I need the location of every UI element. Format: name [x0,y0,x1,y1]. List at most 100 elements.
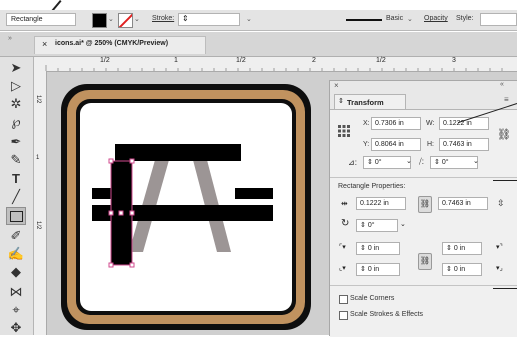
corner-type-br-icon[interactable]: ▾⌟ [496,264,503,272]
rect-angle-field[interactable]: ⇕ 0° [356,219,398,232]
stroke-weight-chevron-down-icon[interactable]: ⌄ [246,15,252,23]
stroke-label: Stroke: [152,15,175,22]
stepper-icon[interactable]: ⇕ [367,159,375,166]
divider [330,177,517,178]
h-field[interactable]: 0.7463 in [439,138,489,151]
rotate-field[interactable]: ⇕ 0° [363,156,411,169]
corner-tr-field[interactable]: ⇕ 0 in [442,242,482,255]
link-corners-button[interactable]: ⛓ [418,253,432,270]
fill-swatch[interactable] [92,13,107,28]
width-icon: ⇹ [341,199,348,208]
stroke-swatch[interactable] [118,13,133,28]
stroke-weight-field[interactable]: ⇕ [178,13,240,26]
scale-strokes-checkbox[interactable] [339,311,348,320]
panel-tab-arrows-icon: ⇕ [338,98,344,105]
scale-corners-checkbox[interactable] [339,295,348,304]
close-tab-icon[interactable]: × [42,39,47,49]
panel-close-icon[interactable]: × [334,81,339,90]
horizontal-ruler: 1/2 1 1/2 2 1/2 3 [34,57,517,72]
corner-br-value: 0 in [453,266,466,273]
width-tool-icon[interactable]: ⌖ [6,301,26,319]
control-bar: Rectangle ⌄ ⌄ Stroke: ⇕ ⌄ Basic ⌄ Opacit… [0,10,517,31]
brush-line-preview[interactable] [346,19,382,21]
rectangle-tool-icon[interactable] [6,207,26,225]
panel-title: Transform [347,98,384,107]
scale-corners-label: Scale Corners [350,295,395,302]
panel-menu-icon[interactable]: ≡ [504,95,509,104]
bench-right[interactable] [235,188,273,199]
magic-wand-tool-icon[interactable]: ✲ [6,95,26,113]
object-type-field: Rectangle [6,13,76,26]
scale-strokes-label: Scale Strokes & Effects [350,311,424,318]
object-type-label: Rectangle [11,16,43,23]
stepper-icon[interactable]: ⇕ [360,245,368,252]
paintbrush-tool-icon[interactable]: ✐ [6,227,26,245]
stroke-chevron-down-icon[interactable]: ⌄ [134,15,140,23]
ruler-label: 2 [312,57,316,64]
stepper-icon[interactable]: ⇕ [434,159,442,166]
selection-tool-icon[interactable]: ➤ [6,59,26,77]
style-field[interactable] [480,13,517,26]
style-label: Style: [456,15,474,22]
callout-line-2 [493,180,517,181]
stepper-icon[interactable]: ⇕ [446,245,454,252]
corner-tl-field[interactable]: ⇕ 0 in [356,242,400,255]
stepper-icon[interactable]: ⇕ [446,266,454,273]
eraser-tool-icon[interactable]: ◆ [6,263,26,281]
corner-bl-field[interactable]: ⇕ 0 in [356,263,400,276]
ruler-label: 1/2 [35,221,41,230]
shaper-tool-icon[interactable]: ✍ [6,245,26,263]
ruler-label: 1/2 [35,95,41,104]
ruler-label: 1/2 [100,57,110,64]
shear-value: 0° [441,159,449,166]
stepper-icon[interactable]: ⇕ [360,222,368,229]
reference-point-grid-icon[interactable] [338,125,350,137]
link-dimensions-button[interactable]: ⛓ [418,196,432,213]
rect-angle-chevron-down-icon[interactable]: ⌄ [400,220,406,228]
line-tool-icon[interactable]: ╱ [6,188,26,206]
rotate-tool-icon[interactable]: ⋈ [6,283,26,301]
table-top[interactable] [115,144,241,161]
x-field[interactable]: 0.7306 in [371,117,421,130]
tools-panel: ➤ ▷ ✲ ℘ ✒ ✎ T ╱ ✐ ✍ ◆ ⋈ ⌖ ✥ [0,57,34,335]
lasso-tool-icon[interactable]: ℘ [6,113,26,131]
rotate-rect-icon: ↻ [341,218,350,229]
ruler-label: 3 [452,57,456,64]
rect-width-field[interactable]: 0.1222 in [356,197,406,210]
corner-type-bl-icon[interactable]: ⌞▾ [339,264,346,272]
document-tab-bar: » × icons.ai* @ 250% (CMYK/Preview) [0,32,517,57]
fill-chevron-down-icon[interactable]: ⌄ [108,15,114,23]
y-label: Y: [363,141,370,148]
stepper-icon[interactable]: ⇕ [182,14,189,23]
w-label: W: [426,120,435,127]
free-transform-tool-icon[interactable]: ✥ [6,319,26,337]
ruler-label: 1/2 [236,57,246,64]
h-label: H: [427,141,434,148]
corner-type-tl-icon[interactable]: ⌜▾ [339,243,346,251]
ruler-label: 1 [36,155,40,161]
panel-tab[interactable]: ⇕ Transform [334,94,406,110]
corner-tl-value: 0 in [367,245,380,252]
shear-chevron-down-icon[interactable]: ⌄ [473,157,479,165]
type-tool-icon[interactable]: T [6,169,26,187]
direct-selection-tool-icon[interactable]: ▷ [6,77,26,95]
brush-label[interactable]: Basic [386,15,403,22]
y-field[interactable]: 0.8064 in [371,138,421,151]
opacity-label[interactable]: Opacity [424,15,448,22]
height-icon: ⇳ [497,198,505,208]
panel-collapse-icon[interactable]: « [500,81,504,88]
stepper-icon[interactable]: ⇕ [360,266,368,273]
corner-br-field[interactable]: ⇕ 0 in [442,263,482,276]
rect-height-field[interactable]: 0.7463 in [438,197,488,210]
rotate-chevron-down-icon[interactable]: ⌄ [406,157,412,165]
constrain-proportions-link-icon[interactable]: ⛓ [497,128,511,141]
document-tab[interactable]: × icons.ai* @ 250% (CMYK/Preview) [34,36,206,54]
divider [330,285,517,286]
ruler-label: 1/2 [376,57,386,64]
shear-field[interactable]: ⇕ 0° [430,156,478,169]
transform-panel: × « ⇕ Transform ≡ X: 0.7306 in W: 0.1222… [329,80,517,337]
corner-type-tr-icon[interactable]: ▾⌝ [496,243,503,251]
pen-tool-icon[interactable]: ✒ [6,133,26,151]
curvature-tool-icon[interactable]: ✎ [6,151,26,169]
brush-chevron-down-icon[interactable]: ⌄ [407,15,413,23]
